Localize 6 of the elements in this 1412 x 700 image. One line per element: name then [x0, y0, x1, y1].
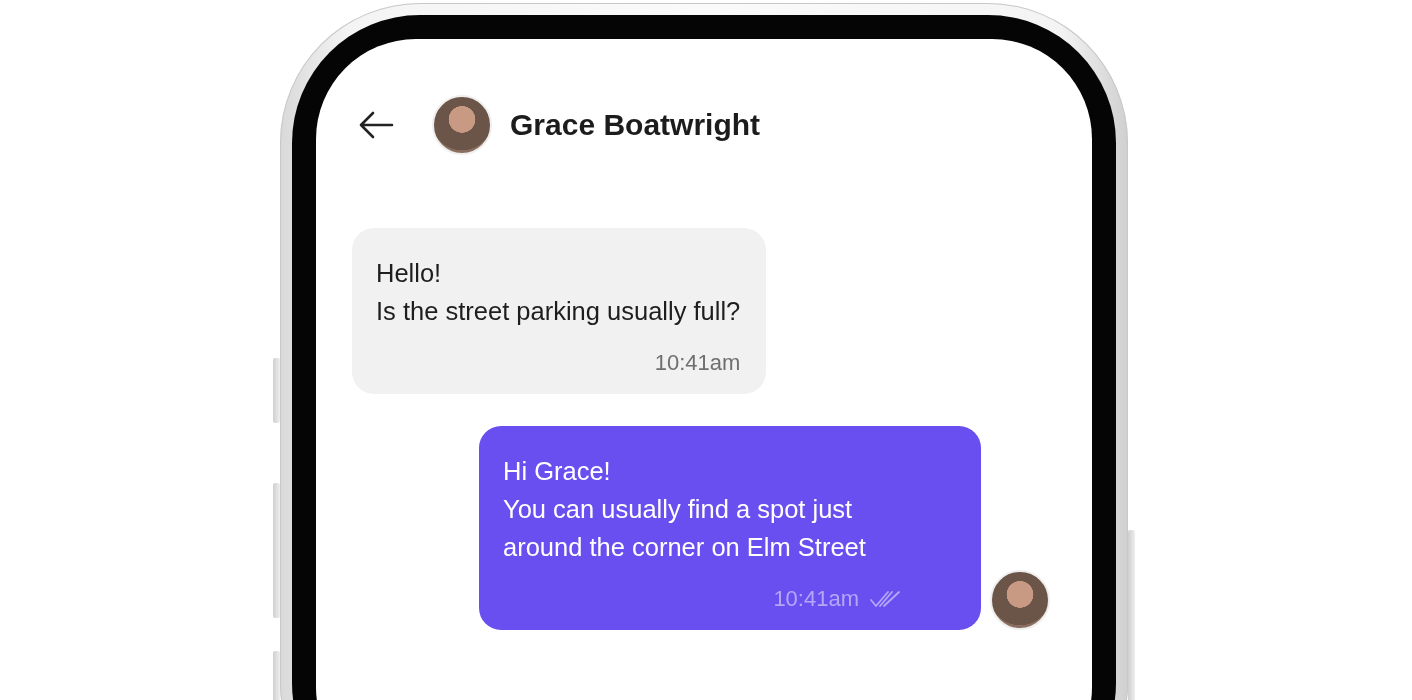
message-text: Hi Grace! You can usually find a spot just around the corner on Elm Street: [503, 456, 867, 563]
back-arrow-icon[interactable]: [358, 110, 394, 140]
message-time: 10:41am: [773, 586, 859, 612]
message-text: Hello! Is the street parking usually full?: [376, 258, 741, 327]
contact-name: Grace Boatwright: [510, 108, 761, 142]
message-time: 10:41am: [654, 350, 741, 376]
